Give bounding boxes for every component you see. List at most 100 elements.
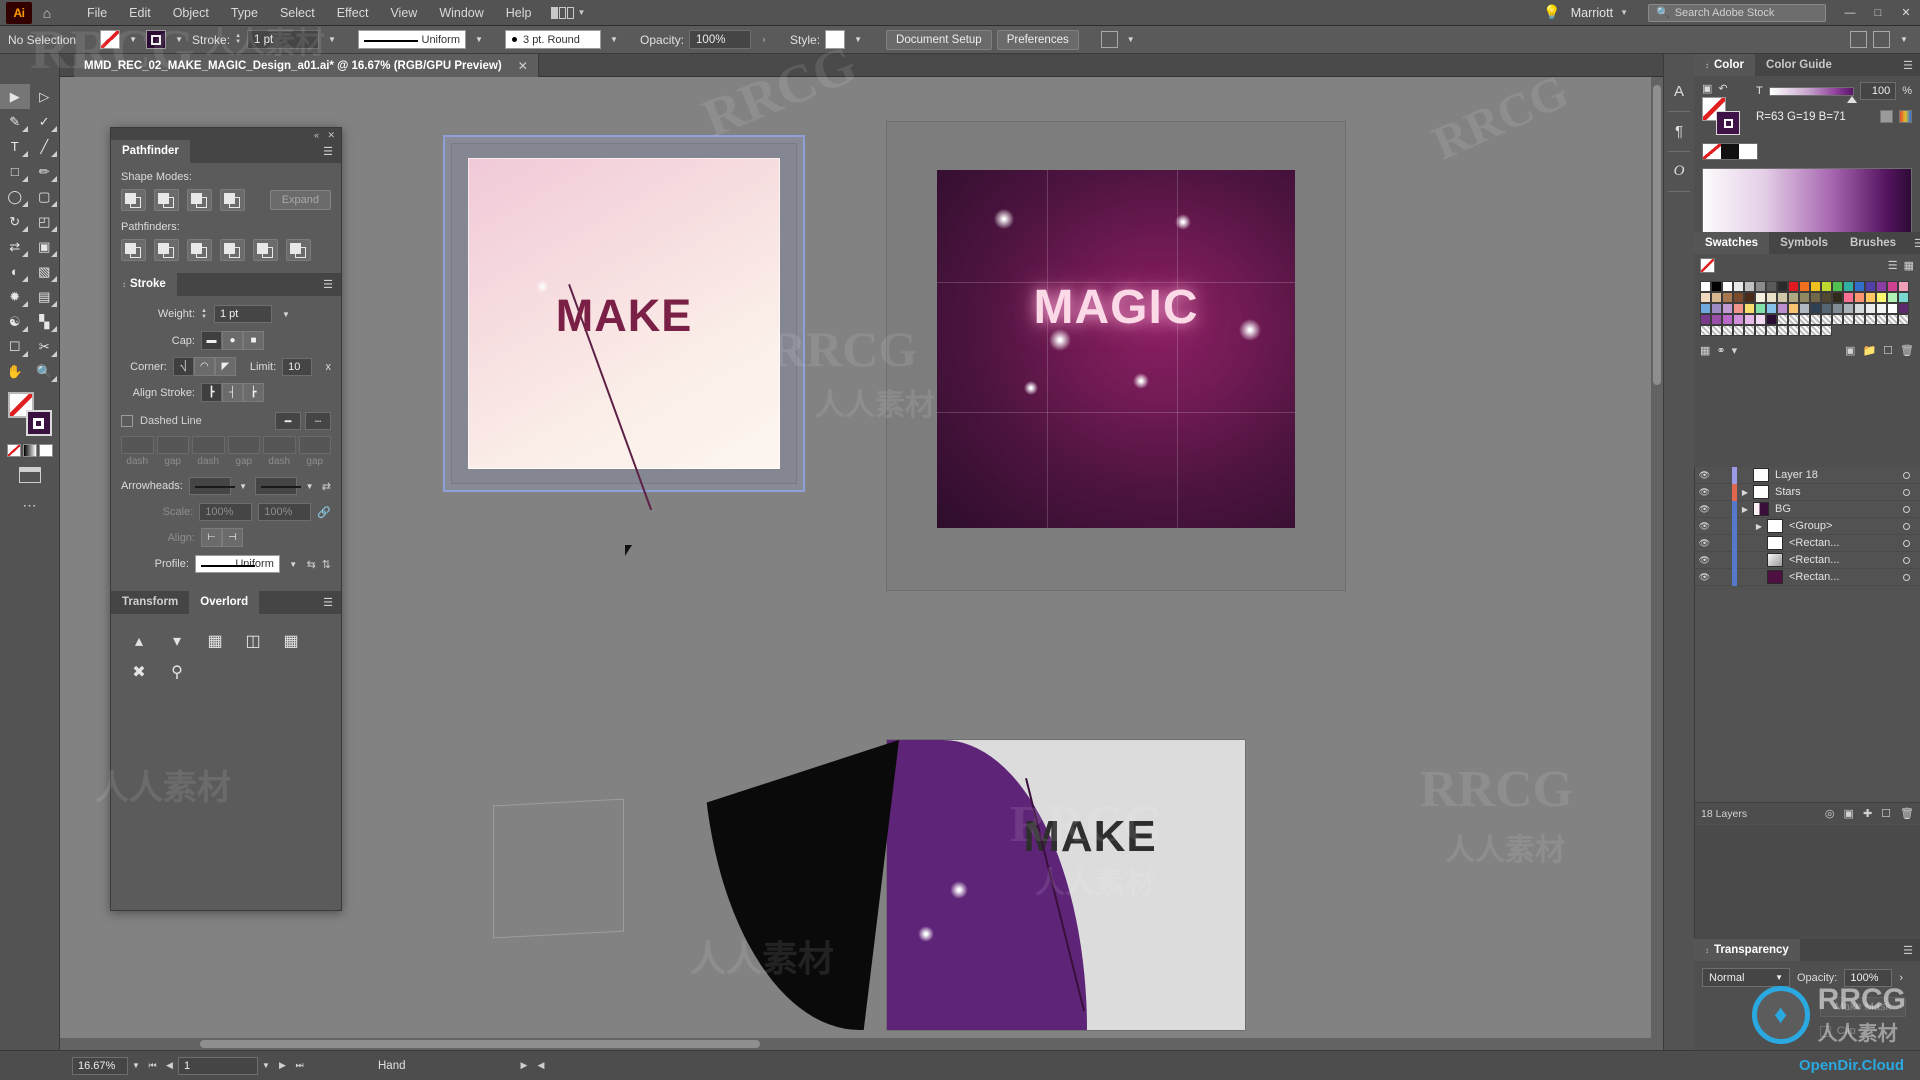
pattern-swatch[interactable] — [1843, 314, 1854, 325]
layer-visibility-icon[interactable]: 👁 — [1695, 555, 1714, 566]
character-panel-icon[interactable]: A — [1666, 78, 1693, 105]
artboard-make-bottom[interactable]: MAKE — [887, 740, 1245, 1030]
profile-dropdown-icon[interactable]: ▼ — [471, 30, 487, 50]
tool-eyedropper[interactable]: ✹ — [0, 284, 30, 309]
tab-overlord[interactable]: Overlord — [189, 591, 260, 614]
white-swatch[interactable] — [1739, 144, 1757, 159]
delete-layer-icon[interactable]: 🗑 — [1900, 807, 1914, 820]
color-panel-stroke-swatch[interactable] — [1716, 111, 1740, 135]
color-swatch[interactable] — [1821, 281, 1832, 292]
dash-adjust-button[interactable]: ┄ — [305, 412, 331, 430]
tab-symbols[interactable]: Symbols — [1769, 232, 1839, 254]
color-swatch[interactable] — [1854, 292, 1865, 303]
color-swatch[interactable] — [1832, 292, 1843, 303]
artboard-make-light[interactable]: MAKE — [443, 135, 805, 511]
color-swatch[interactable] — [1810, 303, 1821, 314]
artboard-magic-dark[interactable]: MAGIC — [887, 122, 1345, 590]
arrowhead-start-dropdown-icon[interactable]: ▼ — [237, 476, 249, 496]
tool-column-graph[interactable]: ▚ — [30, 309, 60, 334]
align-inside-button[interactable]: ┤ — [222, 383, 243, 402]
tool-shape-builder[interactable]: ◐ — [0, 259, 30, 284]
layer-target-indicator[interactable] — [1892, 488, 1920, 496]
color-swatch[interactable] — [1733, 281, 1744, 292]
color-swatch[interactable] — [1898, 292, 1909, 303]
link-scale-icon[interactable]: 🔗 — [317, 506, 331, 519]
pattern-swatch[interactable] — [1876, 314, 1887, 325]
pathfinder-crop-button[interactable] — [220, 239, 245, 261]
arrange-documents-button[interactable]: ▼ — [543, 6, 594, 19]
layer-row[interactable]: 👁 ▶ <Group> — [1695, 517, 1920, 535]
tint-slider[interactable] — [1768, 86, 1858, 103]
pattern-swatch[interactable] — [1766, 325, 1777, 336]
layer-row[interactable]: 👁 <Rectan... — [1695, 534, 1920, 552]
distribute-icon[interactable] — [1873, 31, 1890, 48]
stroke-weight-stepper[interactable]: ▲ ▼ — [235, 33, 241, 45]
color-swatch[interactable] — [1843, 281, 1854, 292]
fill-stroke-indicator[interactable] — [7, 392, 52, 436]
pathfinder-divide-button[interactable] — [121, 239, 146, 261]
stroke-weight-dropdown-icon[interactable]: ▼ — [324, 30, 340, 50]
align-outside-button[interactable]: ┢ — [243, 383, 264, 402]
tool-selection[interactable]: ▶ — [0, 84, 30, 109]
swatch-libraries-icon[interactable]: ▦ — [1700, 344, 1710, 357]
pattern-swatch[interactable] — [1810, 325, 1821, 336]
layer-name[interactable]: <Group> — [1789, 520, 1892, 532]
color-swatch[interactable] — [1821, 292, 1832, 303]
color-swatch[interactable] — [1832, 281, 1843, 292]
tool-paintbrush[interactable]: ✏ — [30, 159, 60, 184]
tool-rectangle[interactable]: □ — [0, 159, 30, 184]
tool-curvature[interactable]: ✓ — [30, 109, 60, 134]
color-swatch[interactable] — [1887, 281, 1898, 292]
preferences-button[interactable]: Preferences — [996, 29, 1079, 50]
stroke-dropdown-icon[interactable]: ▼ — [171, 30, 187, 50]
overlord-grid-icon[interactable]: ▦ — [277, 628, 305, 653]
round-join-button[interactable]: ◠ — [193, 357, 215, 376]
pathfinder-panel-menu-icon[interactable]: ☰ — [315, 140, 341, 163]
color-panel-menu-icon[interactable]: ☰ — [1896, 54, 1920, 76]
color-swatch[interactable] — [1854, 281, 1865, 292]
color-swatch[interactable] — [1722, 303, 1733, 314]
layer-name[interactable]: Layer 18 — [1775, 469, 1892, 481]
pattern-swatch[interactable] — [1799, 325, 1810, 336]
pathfinder-minus-back-button[interactable] — [286, 239, 311, 261]
none-button[interactable] — [38, 444, 53, 457]
round-cap-button[interactable]: ● — [222, 331, 243, 350]
menu-file[interactable]: File — [76, 0, 118, 26]
tint-value-field[interactable]: 100 — [1860, 82, 1897, 100]
brush-definition-select[interactable]: 3 pt. Round — [505, 30, 602, 49]
maximize-button[interactable]: □ — [1864, 0, 1892, 26]
tool-type[interactable]: T — [0, 134, 30, 159]
tab-brushes[interactable]: Brushes — [1839, 232, 1907, 254]
overlord-link-icon[interactable]: ⚲ — [163, 659, 191, 684]
canvas-vertical-scrollbar[interactable] — [1651, 77, 1663, 1050]
layer-target-indicator[interactable] — [1892, 505, 1920, 513]
layer-target-indicator[interactable] — [1892, 573, 1920, 581]
next-artboard-icon[interactable]: ▶ — [274, 1060, 291, 1071]
layer-visibility-icon[interactable]: 👁 — [1695, 470, 1714, 481]
flip-across-icon[interactable]: ⇅ — [322, 558, 331, 571]
delete-swatch-icon[interactable]: 🗑 — [1900, 344, 1914, 357]
color-button[interactable] — [6, 444, 21, 457]
layer-name[interactable]: BG — [1775, 503, 1892, 515]
color-swatch[interactable] — [1832, 303, 1843, 314]
tab-transparency[interactable]: ↕ Transparency — [1694, 939, 1800, 961]
miter-limit-field[interactable]: 10 — [282, 357, 312, 376]
grayscale-ramp-icon[interactable] — [1880, 110, 1893, 123]
color-swatch[interactable] — [1887, 303, 1898, 314]
user-name-label[interactable]: Marriott — [1571, 6, 1617, 20]
pattern-swatch[interactable] — [1700, 325, 1711, 336]
align-icon[interactable] — [1850, 31, 1867, 48]
dash-field-2[interactable] — [192, 436, 225, 454]
color-swatch[interactable] — [1843, 292, 1854, 303]
opentype-panel-icon[interactable]: O — [1666, 158, 1693, 185]
align-center-button[interactable]: ┣ — [201, 383, 222, 402]
paragraph-panel-icon[interactable]: ¶ — [1666, 118, 1693, 145]
select-similar-icon[interactable] — [1100, 31, 1118, 48]
menu-view[interactable]: View — [379, 0, 428, 26]
tool-symbol-sprayer[interactable]: ☯ — [0, 309, 30, 334]
color-swatch[interactable] — [1755, 281, 1766, 292]
overlord-cancel-icon[interactable]: ✖ — [125, 659, 153, 684]
cap-segmented-control[interactable]: ▬ ● ■ — [201, 331, 264, 350]
first-artboard-icon[interactable]: ⏮ — [144, 1060, 161, 1071]
layer-target-indicator[interactable] — [1892, 539, 1920, 547]
